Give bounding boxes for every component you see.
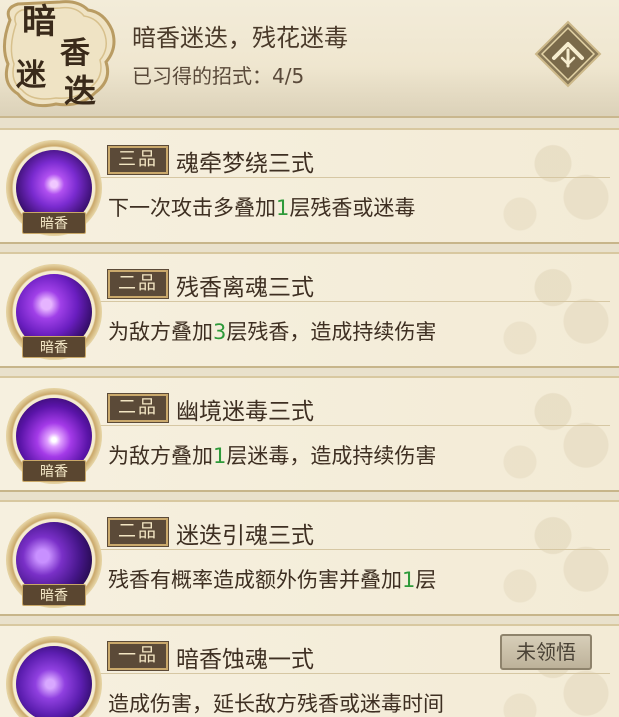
skill-icon[interactable]: 暗香 [6, 512, 102, 608]
desc-text: 层 [415, 568, 437, 592]
grade-badge: 三品 [107, 145, 169, 175]
skill-card[interactable]: 暗香 三品 魂牵梦绕三式 下一次攻击多叠加1层残香或迷毒 [0, 128, 619, 244]
desc-text: 为敌方叠加 [108, 444, 213, 468]
icon-label: 暗香 [22, 584, 86, 606]
desc-text: 下一次攻击多叠加 [108, 196, 276, 220]
skill-description: 为敌方叠加3层残香，造成持续伤害 [108, 316, 436, 346]
desc-number: 3 [213, 320, 227, 344]
grade-badge: 二品 [107, 269, 169, 299]
skill-name: 魂牵梦绕三式 [176, 151, 314, 177]
desc-text: 残香有概率造成额外伤害并叠加 [108, 568, 402, 592]
skill-card[interactable]: 暗香 二品 幽境迷毒三式 为敌方叠加1层迷毒，造成持续伤害 [0, 376, 619, 492]
desc-text: 层迷毒，造成持续伤害 [226, 444, 437, 468]
skill-name: 残香离魂三式 [176, 275, 314, 301]
learned-count: 已习得的招式：4/5 [132, 64, 305, 88]
icon-label: 暗香 [22, 460, 86, 482]
desc-text: 层残香，造成持续伤害 [226, 320, 437, 344]
desc-text: 层残香或迷毒 [289, 196, 416, 220]
collapse-button[interactable] [534, 20, 602, 88]
desc-number: 1 [213, 444, 227, 468]
desc-number: 1 [276, 196, 290, 220]
divider [98, 262, 610, 302]
divider [98, 386, 610, 426]
seal-char-1: 暗 [22, 2, 56, 42]
skill-description: 造成伤害，延长敌方残香或迷毒时间 [108, 688, 444, 717]
seal-char-4: 迭 [64, 72, 97, 110]
seal-char-3: 迷 [16, 58, 46, 93]
icon-label: 暗香 [22, 336, 86, 358]
icon-label: 暗香 [22, 212, 86, 234]
purple-claw-icon [16, 646, 92, 717]
skill-card[interactable]: 暗香 二品 残香离魂三式 为敌方叠加3层残香，造成持续伤害 [0, 252, 619, 368]
skill-name: 暗香蚀魂一式 [176, 647, 314, 673]
skill-name: 幽境迷毒三式 [176, 399, 314, 425]
skill-icon[interactable]: 暗香 [6, 388, 102, 484]
desc-number: 1 [402, 568, 416, 592]
skill-name: 迷迭引魂三式 [176, 523, 314, 549]
skill-header: 暗 香 迷 迭 暗香迷迭，残花迷毒 已习得的招式：4/5 [0, 0, 619, 118]
grade-badge: 二品 [107, 393, 169, 423]
skill-icon[interactable] [6, 636, 102, 717]
grade-badge: 一品 [107, 641, 169, 671]
header-title: 暗香迷迭，残花迷毒 [132, 24, 348, 52]
desc-text: 造成伤害，延长敌方残香或迷毒时间 [108, 692, 444, 716]
skill-icon[interactable]: 暗香 [6, 264, 102, 360]
grade-badge: 二品 [107, 517, 169, 547]
skill-description: 下一次攻击多叠加1层残香或迷毒 [108, 192, 415, 222]
sect-seal-logo: 暗 香 迷 迭 [0, 0, 122, 112]
skill-icon[interactable]: 暗香 [6, 140, 102, 236]
chevron-up-icon [534, 20, 602, 88]
divider [98, 510, 610, 550]
desc-text: 为敌方叠加 [108, 320, 213, 344]
skill-description: 为敌方叠加1层迷毒，造成持续伤害 [108, 440, 436, 470]
skill-card[interactable]: 一品 暗香蚀魂一式 未领悟 造成伤害，延长敌方残香或迷毒时间 [0, 624, 619, 717]
divider [98, 138, 610, 178]
skill-card[interactable]: 暗香 二品 迷迭引魂三式 残香有概率造成额外伤害并叠加1层 [0, 500, 619, 616]
skill-description: 残香有概率造成额外伤害并叠加1层 [108, 564, 436, 594]
unlearned-button[interactable]: 未领悟 [500, 634, 592, 670]
